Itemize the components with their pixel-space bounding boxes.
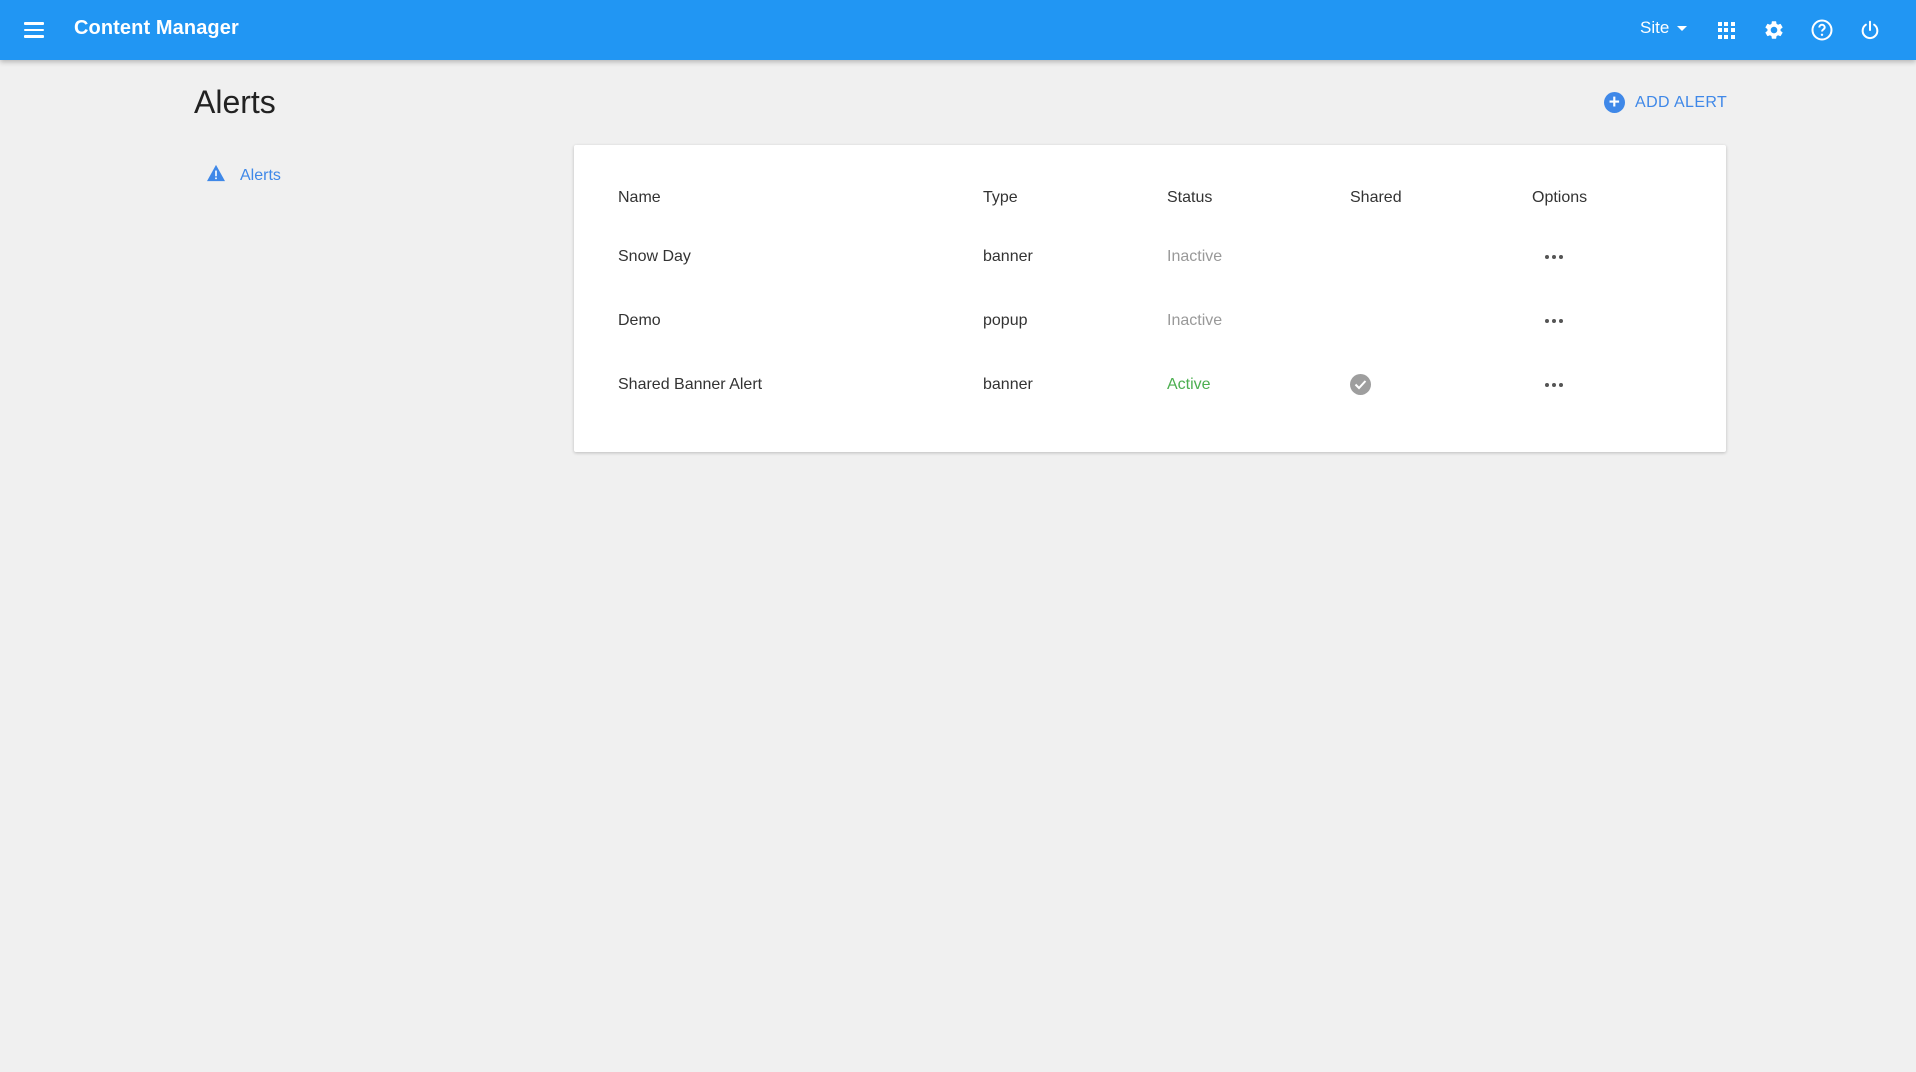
alert-name[interactable]: Shared Banner Alert xyxy=(618,376,762,394)
more-options-icon[interactable] xyxy=(1540,247,1568,267)
apps-icon[interactable] xyxy=(1712,16,1740,44)
gear-icon[interactable] xyxy=(1760,16,1788,44)
alerts-table-card: Name Type Status Shared Options Snow Day… xyxy=(574,145,1726,452)
menu-icon[interactable] xyxy=(20,16,48,44)
column-header-options: Options xyxy=(1532,189,1588,206)
alert-name[interactable]: Demo xyxy=(618,312,661,330)
site-dropdown[interactable]: Site xyxy=(1640,18,1688,38)
site-dropdown-label: Site xyxy=(1640,18,1670,37)
column-header-type: Type xyxy=(983,189,1018,206)
app-bar: Content Manager Site xyxy=(0,0,1916,60)
column-header-status: Status xyxy=(1167,189,1213,206)
power-icon[interactable] xyxy=(1856,16,1884,44)
app-title: Content Manager xyxy=(74,17,239,39)
alert-status: Active xyxy=(1167,376,1211,393)
sidebar-item-alerts[interactable]: Alerts xyxy=(206,164,281,187)
help-icon[interactable] xyxy=(1808,16,1836,44)
warning-icon xyxy=(206,164,226,187)
page-title: Alerts xyxy=(194,84,276,120)
add-circle-icon: + xyxy=(1604,92,1625,113)
alert-type: popup xyxy=(983,312,1028,329)
caret-down-icon xyxy=(1677,25,1688,31)
more-options-icon[interactable] xyxy=(1540,375,1568,395)
alert-status: Inactive xyxy=(1167,248,1223,265)
add-alert-button[interactable]: + ADD ALERT xyxy=(1604,92,1727,113)
shared-check-icon xyxy=(1350,374,1371,395)
more-options-icon[interactable] xyxy=(1540,311,1568,331)
alert-name[interactable]: Snow Day xyxy=(618,248,691,266)
column-header-shared: Shared xyxy=(1350,189,1402,206)
alert-status: Inactive xyxy=(1167,312,1223,329)
alert-type: banner xyxy=(983,248,1033,265)
sidebar-item-label: Alerts xyxy=(240,166,281,184)
column-header-name: Name xyxy=(618,189,661,206)
add-alert-label: ADD ALERT xyxy=(1635,93,1728,111)
alert-type: banner xyxy=(983,376,1033,393)
